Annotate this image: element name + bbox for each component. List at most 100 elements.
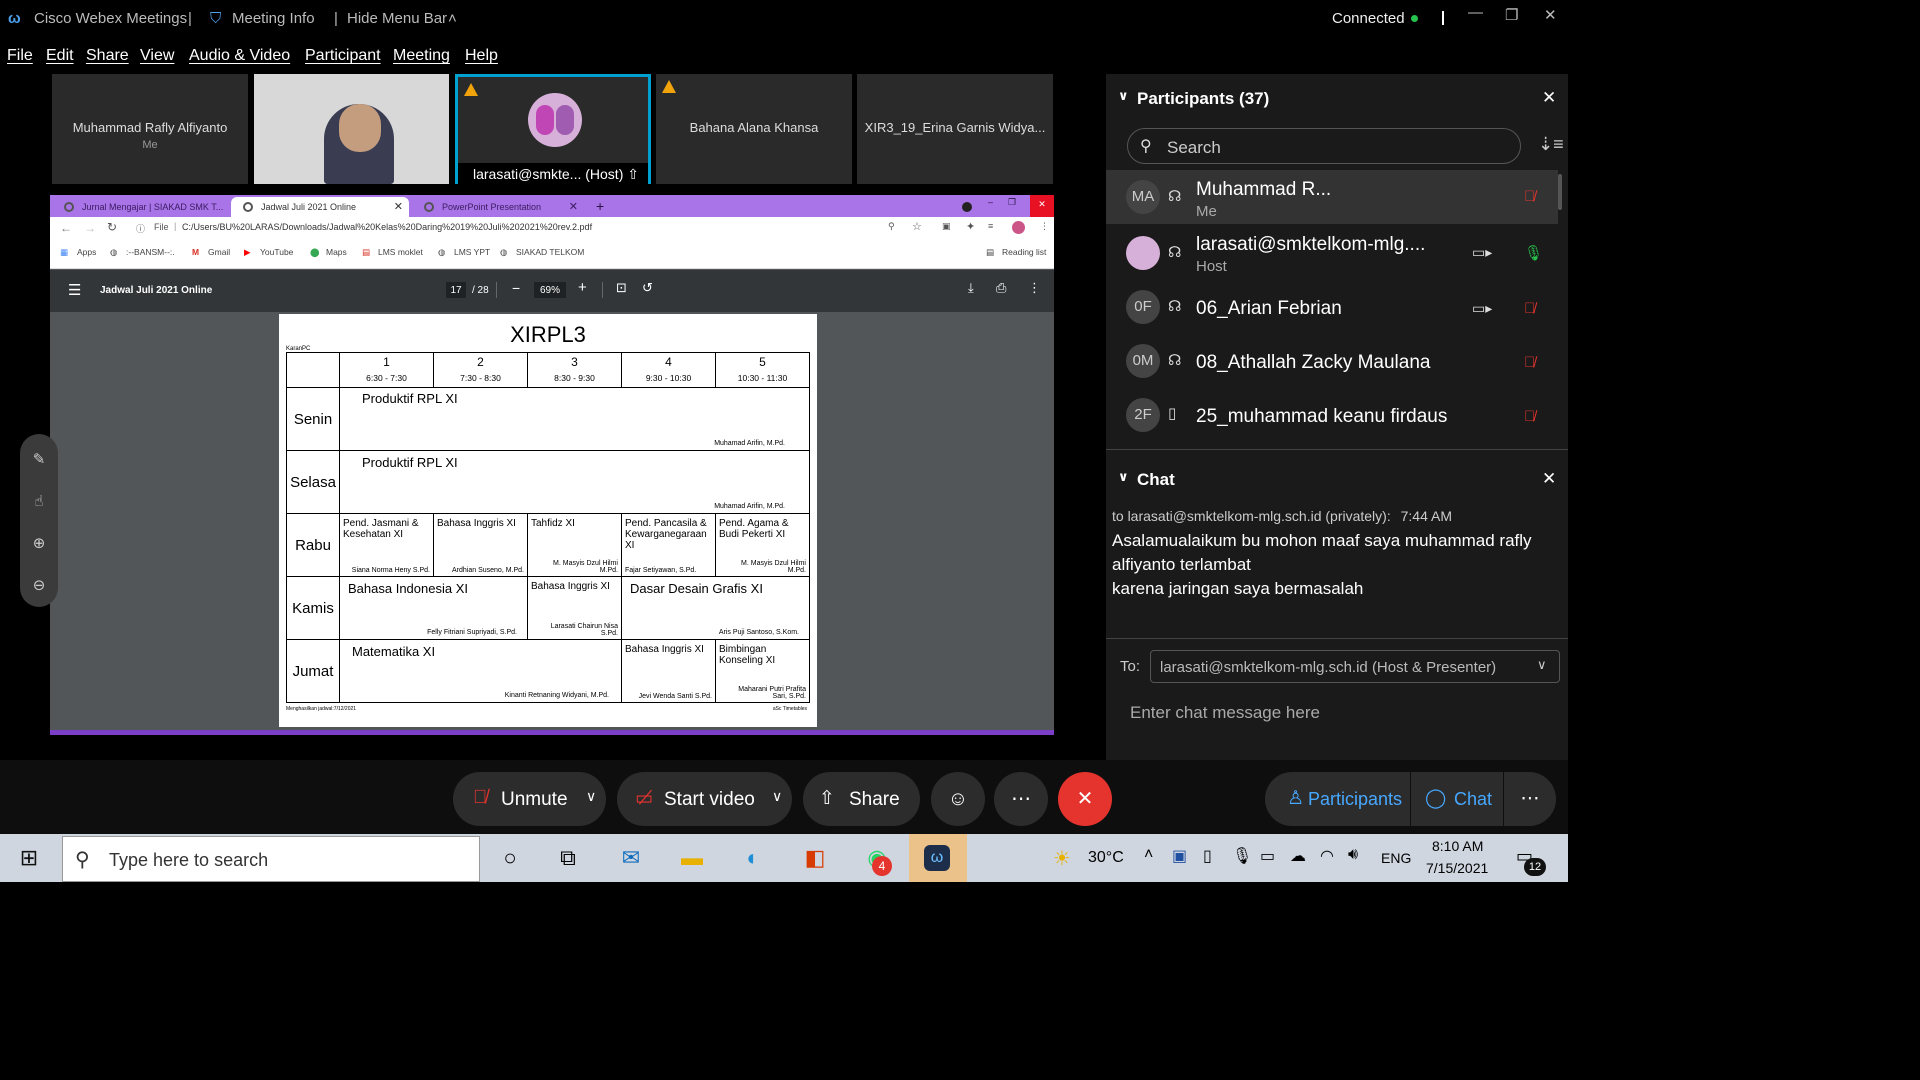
bookmark-lms-ypt[interactable]: LMS YPT xyxy=(454,247,490,257)
bookmark-siakad[interactable]: SIAKAD TELKOM xyxy=(516,247,584,257)
mail-icon[interactable]: ✉ xyxy=(602,834,660,882)
reading-list-button[interactable]: Reading list xyxy=(1002,247,1046,257)
puzzle-icon[interactable]: ✦ xyxy=(966,220,975,233)
menu-icon[interactable]: ☰ xyxy=(68,281,81,299)
wifi-icon[interactable]: ◠ xyxy=(1320,846,1334,866)
menu-participant[interactable]: Participant xyxy=(305,47,381,65)
bookmark-maps[interactable]: Maps xyxy=(326,247,347,257)
close-window-button[interactable]: ✕ xyxy=(1544,6,1557,24)
mic-muted-icon[interactable]: 🎙̸ xyxy=(1524,188,1535,205)
chevron-up-icon[interactable]: ˄ xyxy=(1144,846,1153,864)
office-icon[interactable]: ◧ xyxy=(786,834,844,882)
microphone-icon[interactable]: 🎙 xyxy=(1232,846,1252,866)
windows-start-icon[interactable]: ⊞ xyxy=(0,834,58,882)
leave-button[interactable]: ✕ xyxy=(1058,772,1112,826)
video-tile-participant[interactable]: Bahana Alana Khansa xyxy=(656,74,852,184)
mic-muted-icon[interactable]: 🎙̸ xyxy=(1524,408,1535,425)
sort-icon[interactable]: ⇣≡ xyxy=(1538,134,1564,155)
close-browser-icon[interactable]: ✕ xyxy=(1030,195,1054,217)
tray-device-icon[interactable]: ▯ xyxy=(1203,846,1212,866)
close-icon[interactable]: ✕ xyxy=(1542,469,1556,489)
restore-button[interactable]: ❐ xyxy=(1505,6,1518,24)
scrollbar[interactable] xyxy=(1558,174,1562,210)
menu-file[interactable]: File xyxy=(7,47,33,65)
bookmark-youtube[interactable]: YouTube xyxy=(260,247,293,257)
more-panels-button[interactable]: ⋯ xyxy=(1504,772,1556,826)
pen-icon[interactable]: ✎ xyxy=(20,450,58,468)
file-explorer-icon[interactable]: ▬ xyxy=(663,834,721,882)
extension-icon[interactable]: ▣ xyxy=(942,221,951,232)
chat-toggle[interactable]: ◯ Chat xyxy=(1411,772,1503,826)
rotate-icon[interactable]: ↺ xyxy=(642,280,653,296)
forward-icon[interactable]: → xyxy=(84,221,96,235)
download-icon[interactable]: ⤓ xyxy=(968,280,974,296)
participant-row[interactable]: ☊ larasati@smktelkom-mlg.... Host ▭▸ 🎙 xyxy=(1106,226,1558,280)
menu-share[interactable]: Share xyxy=(86,47,129,65)
edge-icon[interactable]: ◐ xyxy=(724,834,782,882)
menu-view[interactable]: View xyxy=(140,47,174,65)
cortana-icon[interactable]: ○ xyxy=(481,834,539,882)
reactions-button[interactable]: ☺ xyxy=(931,772,985,826)
chevron-up-icon[interactable]: ˄ xyxy=(448,10,457,27)
zoom-out-icon[interactable]: ⊖ xyxy=(20,576,58,594)
participant-row[interactable]: 0M ☊ 08_Athallah Zacky Maulana 🎙̸ xyxy=(1106,334,1558,388)
recipient-select[interactable]: larasati@smktelkom-mlg.sch.id (Host & Pr… xyxy=(1150,650,1560,683)
video-tile-host[interactable]: larasati@smkte... (Host) ⇧ xyxy=(455,74,651,184)
menu-audio-video[interactable]: Audio & Video xyxy=(189,47,290,65)
pointer-icon[interactable]: ☝ xyxy=(20,492,58,510)
menu-help[interactable]: Help xyxy=(465,47,498,65)
close-icon[interactable]: ✕ xyxy=(1542,88,1556,108)
language-indicator[interactable]: ENG xyxy=(1381,850,1411,866)
clock-date[interactable]: 7/15/2021 xyxy=(1426,860,1488,876)
volume-icon[interactable]: 🔊︎ xyxy=(1348,846,1358,864)
star-icon[interactable]: ☆ xyxy=(912,220,922,233)
reading-mode-icon[interactable]: ≡ xyxy=(988,221,993,231)
menu-edit[interactable]: Edit xyxy=(46,47,74,65)
battery-icon[interactable]: ▭ xyxy=(1260,846,1275,866)
cloud-icon[interactable]: ☁ xyxy=(1290,846,1306,866)
bookmark-lms-moklet[interactable]: LMS moklet xyxy=(378,247,423,257)
more-options-icon[interactable]: ⋮ xyxy=(1028,280,1041,296)
zoom-in-icon[interactable]: ⊕ xyxy=(20,534,58,552)
more-icon[interactable]: ⋮ xyxy=(1040,221,1049,232)
start-video-button[interactable]: ▭̸ Start video ∨ xyxy=(617,772,792,826)
bookmark-apps[interactable]: Apps xyxy=(77,247,96,257)
menu-meeting[interactable]: Meeting xyxy=(393,47,450,65)
participant-row[interactable]: 0F ☊ 06_Arian Febrian ▭▸ 🎙̸ xyxy=(1106,280,1558,334)
print-icon[interactable]: ⎙ xyxy=(996,280,1006,296)
participant-row[interactable]: MA ☊ Muhammad R... Me 🎙̸ xyxy=(1106,170,1558,224)
profile-icon[interactable] xyxy=(962,202,972,212)
new-tab-icon[interactable]: + xyxy=(596,198,604,214)
hide-menu-bar-button[interactable]: Hide Menu Bar xyxy=(347,10,447,27)
minimize-button[interactable]: — xyxy=(1468,4,1483,21)
weather-temp[interactable]: 30°C xyxy=(1088,849,1124,867)
browser-tab[interactable]: Jurnal Mengajar | SIAKAD SMK T... xyxy=(52,197,226,217)
clock-time[interactable]: 8:10 AM xyxy=(1432,838,1483,854)
browser-tab[interactable]: PowerPoint Presentation ✕ xyxy=(412,197,584,217)
close-tab-icon[interactable]: ✕ xyxy=(394,200,403,213)
zoom-input[interactable]: 69% xyxy=(534,282,566,298)
video-tile-participant[interactable]: XIR3_19_Erina Garnis Widya... xyxy=(857,74,1053,184)
more-button[interactable]: ⋯ xyxy=(994,772,1048,826)
chevron-down-icon[interactable]: ∨ xyxy=(772,788,782,805)
participant-search-input[interactable]: ⚲ Search xyxy=(1127,128,1521,164)
avatar[interactable] xyxy=(1012,221,1025,234)
browser-tab-active[interactable]: Jadwal Juli 2021 Online ✕ xyxy=(231,197,409,217)
restore-icon[interactable]: ❐ xyxy=(1008,197,1016,208)
bookmark-bansm[interactable]: :--BANSM--:. xyxy=(126,247,175,257)
video-tile-camera[interactable] xyxy=(254,74,449,184)
tray-app-icon[interactable]: ▣ xyxy=(1172,846,1187,866)
mic-muted-icon[interactable]: 🎙̸ xyxy=(1524,354,1535,371)
zoom-out-icon[interactable]: − xyxy=(512,280,520,296)
zoom-in-icon[interactable]: + xyxy=(578,279,587,296)
task-view-icon[interactable]: ⧉ xyxy=(539,834,597,882)
share-button[interactable]: ⇧ Share xyxy=(803,772,920,826)
bookmark-gmail[interactable]: Gmail xyxy=(208,247,230,257)
page-number-input[interactable]: 17 xyxy=(446,282,466,298)
chat-input[interactable]: Enter chat message here xyxy=(1130,703,1320,723)
chevron-down-icon[interactable]: ∨ xyxy=(1118,88,1129,104)
chevron-down-icon[interactable]: ∨ xyxy=(586,788,596,805)
participants-toggle[interactable]: ♙ Participants xyxy=(1265,772,1410,826)
unmute-button[interactable]: 🎙̸ Unmute ∨ xyxy=(453,772,606,826)
back-icon[interactable]: ← xyxy=(60,221,72,235)
